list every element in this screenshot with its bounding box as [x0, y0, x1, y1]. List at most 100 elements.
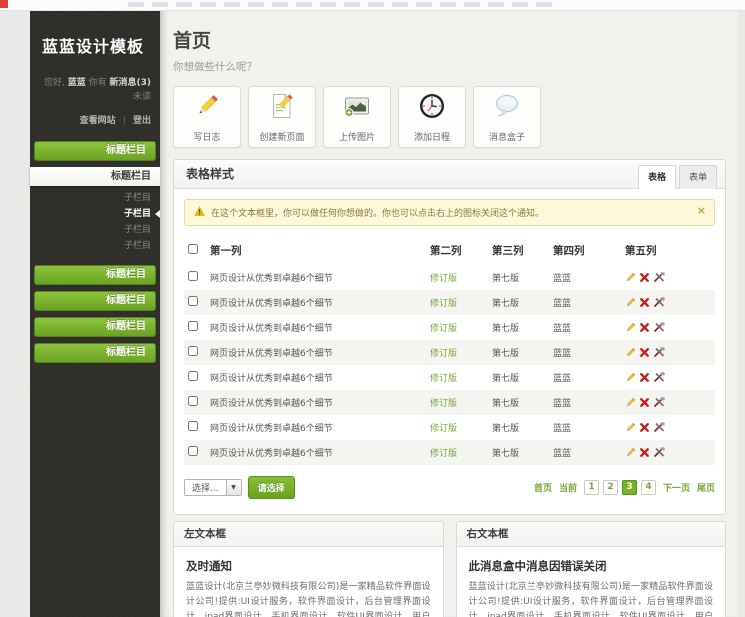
browser-edge-strip — [0, 0, 745, 11]
delete-icon[interactable] — [639, 447, 650, 458]
greeting-suffix: 未读 — [133, 92, 151, 102]
sidebar-item-section-6[interactable]: 标题栏目 — [34, 343, 156, 363]
table-footer: 选择... ▼ 请选择 首页 当前 1 2 3 — [174, 465, 725, 514]
sidebar-subitem[interactable]: 子栏目 — [30, 238, 160, 254]
row-title: 网页设计从优秀到卓越6个细节 — [206, 340, 426, 365]
last-page-link[interactable]: 尾页 — [697, 481, 715, 494]
row-title: 网页设计从优秀到卓越6个细节 — [206, 440, 426, 465]
sidebar-subitem[interactable]: 子栏目 — [30, 222, 160, 238]
row-checkbox[interactable] — [188, 371, 198, 381]
logout-link[interactable]: 登出 — [133, 116, 151, 126]
table-row: 网页设计从优秀到卓越6个细节 修订版 第七版 蓝蓝 — [184, 340, 715, 365]
edit-icon[interactable] — [625, 372, 636, 383]
row-checkbox[interactable] — [188, 346, 198, 356]
tools-icon[interactable] — [653, 422, 665, 433]
row-actions — [625, 322, 711, 333]
sidebar-item-section-3[interactable]: 标题栏目 — [34, 265, 156, 285]
row-checkbox[interactable] — [188, 296, 198, 306]
row-checkbox[interactable] — [188, 421, 198, 431]
add-schedule-button[interactable]: 添加日程 — [398, 86, 466, 148]
view-site-link[interactable]: 查看网站 — [80, 116, 116, 126]
create-page-button[interactable]: 创建新页面 — [248, 86, 316, 148]
row-author: 蓝蓝 — [549, 265, 621, 290]
tools-icon[interactable] — [653, 297, 665, 308]
pagination: 首页 当前 1 2 3 4 下一页 尾页 — [534, 480, 715, 495]
delete-icon[interactable] — [639, 372, 650, 383]
sidebar-subitem[interactable]: 子栏目 — [30, 190, 160, 206]
delete-icon[interactable] — [639, 322, 650, 333]
edition-link[interactable]: 修订版 — [430, 299, 457, 309]
sidebar-item-section-4[interactable]: 标题栏目 — [34, 291, 156, 311]
edition-link[interactable]: 修订版 — [430, 424, 457, 434]
edition-link[interactable]: 修订版 — [430, 449, 457, 459]
edit-icon[interactable] — [625, 422, 636, 433]
tools-icon[interactable] — [653, 447, 665, 458]
page-number-button[interactable]: 1 — [584, 480, 599, 495]
row-version: 第七版 — [488, 265, 549, 290]
edition-link[interactable]: 修订版 — [430, 374, 457, 384]
left-text-panel: 左文本框 及时通知 蓝蓝设计(北京兰亭妙微科技有限公司)是一家精品软件界面设计公… — [173, 521, 444, 617]
first-page-link[interactable]: 首页 — [534, 481, 552, 494]
tools-icon[interactable] — [653, 347, 665, 358]
account-links: 查看网站 | 登出 — [30, 104, 160, 126]
apply-selection-button[interactable]: 请选择 — [248, 476, 295, 499]
edit-icon[interactable] — [625, 272, 636, 283]
edit-icon[interactable] — [625, 297, 636, 308]
column-header[interactable]: 第三列 — [488, 236, 549, 265]
screenshot-artifact — [0, 0, 8, 8]
edit-icon[interactable] — [625, 347, 636, 358]
tools-icon[interactable] — [653, 397, 665, 408]
warning-icon — [194, 206, 205, 219]
tab-form[interactable]: 表单 — [679, 165, 717, 189]
sidebar-subitem[interactable]: 子栏目 — [30, 206, 160, 222]
chevron-down-icon[interactable]: ▼ — [226, 480, 241, 495]
delete-icon[interactable] — [639, 422, 650, 433]
edit-icon[interactable] — [625, 322, 636, 333]
new-messages-count[interactable]: 新消息(3) — [110, 78, 152, 88]
sidebar-item-section-1[interactable]: 标题栏目 — [34, 141, 156, 161]
page-number-button[interactable]: 3 — [622, 480, 637, 495]
username: 蓝蓝 — [68, 78, 86, 88]
column-header[interactable]: 第四列 — [549, 236, 621, 265]
sidebar-item-section-2-active[interactable]: 标题栏目 — [30, 167, 160, 186]
table-tabs: 表格 表单 — [635, 165, 717, 189]
row-version: 第七版 — [488, 390, 549, 415]
close-icon[interactable]: × — [697, 204, 706, 217]
tools-icon[interactable] — [653, 272, 665, 283]
tab-table[interactable]: 表格 — [638, 165, 676, 189]
write-log-button[interactable]: 写日志 — [173, 86, 241, 148]
edit-icon[interactable] — [625, 397, 636, 408]
column-header[interactable]: 第五列 — [621, 236, 715, 265]
page-number-button[interactable]: 4 — [641, 480, 656, 495]
select-all-checkbox[interactable] — [188, 244, 198, 254]
column-header[interactable]: 第二列 — [426, 236, 488, 265]
tools-icon[interactable] — [653, 322, 665, 333]
edition-link[interactable]: 修订版 — [430, 349, 457, 359]
bulk-action-select[interactable]: 选择... ▼ — [184, 479, 242, 496]
delete-icon[interactable] — [639, 397, 650, 408]
tools-icon[interactable] — [653, 372, 665, 383]
next-page-link[interactable]: 下一页 — [663, 481, 690, 494]
sidebar-item-section-5[interactable]: 标题栏目 — [34, 317, 156, 337]
upload-image-button[interactable]: 上传图片 — [323, 86, 391, 148]
delete-icon[interactable] — [639, 272, 650, 283]
delete-icon[interactable] — [639, 297, 650, 308]
app-window: 蓝蓝设计模板 您好, 蓝蓝 你有 新消息(3) 未读 查看网站 | 登出 标题栏… — [30, 11, 738, 617]
quick-action-label: 添加日程 — [414, 130, 450, 143]
edit-icon[interactable] — [625, 447, 636, 458]
panel-body: 此消息盒中消息因错误关闭 蓝蓝设计(北京兰亭妙微科技有限公司)是一家精品软件界面… — [457, 547, 726, 617]
edition-link[interactable]: 修订版 — [430, 324, 457, 334]
column-header[interactable]: 第一列 — [206, 236, 426, 265]
edition-link[interactable]: 修订版 — [430, 399, 457, 409]
row-checkbox[interactable] — [188, 446, 198, 456]
page-number-button[interactable]: 2 — [603, 480, 618, 495]
delete-icon[interactable] — [639, 347, 650, 358]
row-checkbox[interactable] — [188, 321, 198, 331]
row-checkbox[interactable] — [188, 271, 198, 281]
row-title: 网页设计从优秀到卓越6个细节 — [206, 415, 426, 440]
edition-link[interactable]: 修订版 — [430, 274, 457, 284]
message-bubble-icon — [492, 91, 522, 125]
row-checkbox[interactable] — [188, 396, 198, 406]
table-row: 网页设计从优秀到卓越6个细节 修订版 第七版 蓝蓝 — [184, 315, 715, 340]
message-box-button[interactable]: 消息盒子 — [473, 86, 541, 148]
